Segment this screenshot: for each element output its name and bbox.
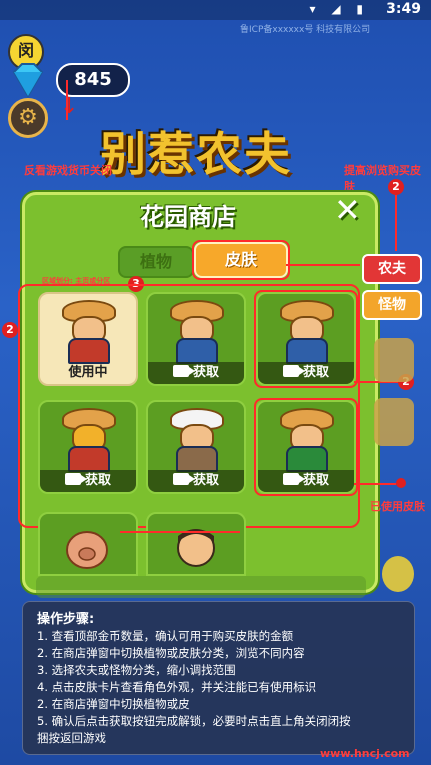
- status-icons: ▾ ◢ ▮: [309, 2, 369, 16]
- close-button[interactable]: ✕: [334, 194, 361, 226]
- instructions-title: 操作步骤:: [37, 612, 95, 627]
- diamond-icon: [12, 63, 44, 98]
- instructions-panel: 操作步骤: 1. 查看顶部金币数量，确认可用于购买皮肤的金额 2. 在商店弹窗中…: [22, 601, 415, 755]
- skin-card-2[interactable]: 获取: [146, 292, 246, 386]
- get-button[interactable]: 获取: [40, 470, 136, 492]
- get-button[interactable]: 获取: [148, 362, 244, 384]
- category-monster-button[interactable]: 怪物: [362, 290, 422, 320]
- tab-plant[interactable]: 植物: [118, 246, 194, 278]
- annotation-line: [286, 264, 360, 266]
- category-farmer-button[interactable]: 农夫: [362, 254, 422, 284]
- skin-card-5[interactable]: 获取: [146, 400, 246, 494]
- game-title: 别惹农夫: [100, 127, 292, 181]
- annotation-line: [354, 483, 396, 485]
- annotation-close-hint: 反看游戏货币关闭: [24, 164, 112, 177]
- instruction-line: 3. 选择农夫或怪物分类，缩小调找范围: [37, 663, 236, 677]
- skin-card-1[interactable]: 使用中: [38, 292, 138, 386]
- get-label: 获取: [84, 473, 111, 488]
- annotation-used-skin: 已使用皮肤: [370, 500, 425, 513]
- settings-gear-icon[interactable]: ⚙: [8, 98, 48, 138]
- annotation-dot: [396, 478, 406, 488]
- annotation-line: [395, 195, 397, 251]
- skin-card-4[interactable]: 获取: [38, 400, 138, 494]
- farmer-avatar: [170, 408, 224, 472]
- farmer-avatar: [62, 408, 116, 472]
- step-badge: 2: [388, 179, 404, 195]
- instruction-line: 4. 点击皮肤卡片查看角色外观，并关注能已有使用标识: [37, 680, 317, 694]
- instruction-line: 1. 查看顶部金币数量，确认可用于购买皮肤的金额: [37, 629, 294, 643]
- instruction-line: 5. 确认后点击获取按钮完成解锁，必要时点击直上角关闭闭按: [37, 714, 351, 728]
- status-bar: ▾ ◢ ▮ 3:49: [0, 0, 431, 20]
- shop-title: 花园商店: [140, 203, 236, 231]
- top-info-text: 鲁ICP备xxxxxx号 科技有限公司: [240, 25, 371, 35]
- annotation-arrow-icon: ↓: [60, 94, 79, 119]
- video-ad-icon: [64, 473, 87, 485]
- instruction-line: 捆按返回游戏: [37, 731, 106, 745]
- instruction-line: 2. 在商店弹窗中切换植物或皮: [37, 697, 190, 711]
- skin-card-7[interactable]: [38, 512, 138, 576]
- instruction-line: 2. 在商店弹窗中切换植物或皮肤分类，浏览不同内容: [37, 646, 305, 660]
- video-ad-icon: [172, 365, 195, 377]
- get-label: 获取: [192, 473, 219, 488]
- pig-avatar-icon: [66, 531, 108, 569]
- annotation-highlight: [254, 290, 358, 388]
- get-label: 获取: [192, 365, 219, 380]
- get-button[interactable]: 获取: [148, 470, 244, 492]
- farmer-avatar: [62, 300, 116, 364]
- background-emoji-icon: [382, 556, 414, 592]
- watermark: www.hncj.com: [320, 747, 410, 760]
- skin-card-8[interactable]: [146, 512, 246, 576]
- annotation-highlight: [254, 398, 358, 496]
- annotation-highlight: [192, 240, 290, 280]
- card-label: 使用中: [68, 365, 108, 380]
- bottom-faded-bar: [36, 576, 366, 598]
- background-menu-item: [374, 398, 414, 446]
- step-badge: 2: [2, 322, 18, 338]
- annotation-line: [120, 531, 240, 533]
- farmer-avatar: [170, 300, 224, 364]
- annotation-line: [66, 80, 68, 120]
- video-ad-icon: [172, 473, 195, 485]
- background-menu-item: [374, 338, 414, 382]
- status-time: 3:49: [386, 1, 421, 17]
